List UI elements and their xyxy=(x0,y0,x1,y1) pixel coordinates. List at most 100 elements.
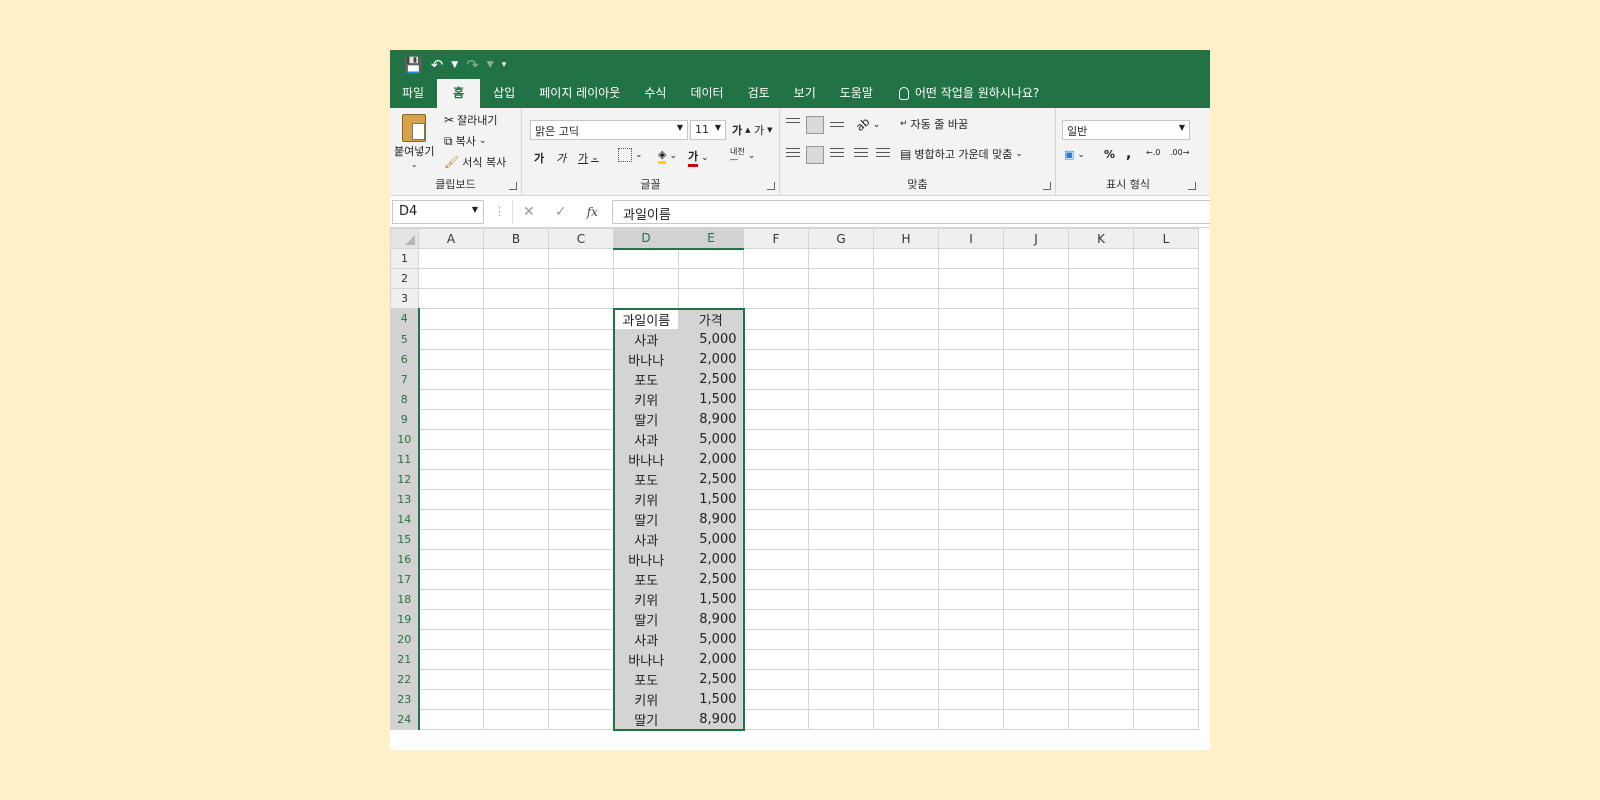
cell[interactable] xyxy=(1068,448,1134,470)
cell[interactable]: 사과 xyxy=(612,528,679,550)
cell[interactable] xyxy=(1133,408,1199,430)
cell[interactable] xyxy=(1133,368,1199,390)
cell[interactable] xyxy=(1003,308,1069,330)
cell[interactable] xyxy=(418,308,484,330)
cell[interactable] xyxy=(483,428,549,450)
cell[interactable] xyxy=(1068,428,1134,450)
align-center-icon[interactable] xyxy=(806,146,824,164)
cell[interactable]: 5,000 xyxy=(678,528,745,550)
cell[interactable] xyxy=(808,448,874,470)
cell[interactable]: 1,500 xyxy=(678,488,745,510)
cell[interactable] xyxy=(873,348,939,370)
font-name-dropdown[interactable]: 맑은 고딕 ▼ xyxy=(530,120,688,140)
cell[interactable] xyxy=(873,468,939,490)
cell[interactable] xyxy=(1003,508,1069,530)
cell[interactable] xyxy=(1133,508,1199,530)
cell[interactable] xyxy=(1003,688,1069,710)
cell[interactable] xyxy=(548,348,614,370)
column-header[interactable]: C xyxy=(548,228,614,249)
cell[interactable] xyxy=(808,628,874,650)
column-header[interactable]: B xyxy=(483,228,549,249)
row-header[interactable]: 11 xyxy=(390,448,420,470)
cell[interactable] xyxy=(938,268,1004,289)
cell[interactable] xyxy=(1133,588,1199,610)
row-header[interactable]: 16 xyxy=(390,548,420,570)
cell[interactable] xyxy=(743,408,809,430)
cell[interactable] xyxy=(483,688,549,710)
cell[interactable] xyxy=(1068,548,1134,570)
cell[interactable] xyxy=(418,568,484,590)
cell[interactable] xyxy=(873,388,939,410)
cell[interactable] xyxy=(613,248,679,269)
cell[interactable] xyxy=(1068,588,1134,610)
merge-center-button[interactable]: ▤ 병합하고 가운데 맞춤 ⌄ xyxy=(900,146,1023,162)
name-box[interactable]: D4 ▼ xyxy=(392,200,484,224)
align-right-icon[interactable] xyxy=(830,148,844,160)
cell[interactable] xyxy=(938,248,1004,269)
tab-data[interactable]: 데이터 xyxy=(678,79,735,108)
cell[interactable]: 키위 xyxy=(612,688,679,710)
row-header[interactable]: 7 xyxy=(390,368,420,390)
cell[interactable] xyxy=(483,288,549,309)
decrease-font-icon[interactable]: 가 ▼ xyxy=(754,122,773,138)
cell[interactable] xyxy=(1003,628,1069,650)
cell[interactable] xyxy=(808,388,874,410)
cell[interactable] xyxy=(938,388,1004,410)
tab-formulas[interactable]: 수식 xyxy=(632,79,678,108)
cell[interactable]: 8,900 xyxy=(678,408,745,430)
top-align-icon[interactable] xyxy=(786,118,800,126)
cell[interactable] xyxy=(873,708,939,730)
cell[interactable] xyxy=(1068,248,1134,269)
cell[interactable] xyxy=(873,548,939,570)
cell[interactable] xyxy=(1068,488,1134,510)
cell[interactable] xyxy=(1003,708,1069,730)
cell[interactable] xyxy=(873,648,939,670)
paste-button[interactable]: 붙여넣기 ⌄ xyxy=(394,114,434,169)
wrap-text-button[interactable]: ↵ 자동 줄 바꿈 xyxy=(900,116,968,132)
cell[interactable] xyxy=(873,568,939,590)
customize-qat-icon[interactable]: ▾ xyxy=(502,57,507,73)
cell[interactable] xyxy=(1003,648,1069,670)
cell[interactable] xyxy=(1068,348,1134,370)
cell[interactable] xyxy=(1068,308,1134,330)
cell[interactable] xyxy=(418,508,484,530)
cell[interactable] xyxy=(418,628,484,650)
row-header[interactable]: 2 xyxy=(390,268,419,289)
cell[interactable]: 바나나 xyxy=(612,548,679,570)
cell[interactable] xyxy=(418,388,484,410)
save-icon[interactable]: 💾 xyxy=(404,57,423,73)
cell[interactable]: 바나나 xyxy=(612,648,679,670)
cell[interactable]: 과일이름 xyxy=(612,307,679,330)
comma-style-button[interactable]: , xyxy=(1126,146,1131,162)
cell[interactable] xyxy=(1133,448,1199,470)
cell[interactable] xyxy=(1133,608,1199,630)
row-header[interactable]: 9 xyxy=(390,408,420,430)
font-size-dropdown[interactable]: 11 ▼ xyxy=(690,120,726,140)
column-header[interactable]: G xyxy=(808,228,874,249)
cell[interactable]: 포도 xyxy=(612,568,679,590)
cell[interactable] xyxy=(938,288,1004,309)
cell[interactable] xyxy=(873,608,939,630)
cell[interactable] xyxy=(1068,368,1134,390)
cell[interactable] xyxy=(483,268,549,289)
cell[interactable]: 포도 xyxy=(612,468,679,490)
column-header[interactable]: D xyxy=(613,228,679,250)
cell[interactable] xyxy=(1133,628,1199,650)
cell[interactable] xyxy=(938,428,1004,450)
tab-home[interactable]: 홈 xyxy=(437,79,481,108)
cell[interactable] xyxy=(1133,308,1199,330)
cell[interactable] xyxy=(808,648,874,670)
cell[interactable]: 5,000 xyxy=(678,328,745,350)
cell[interactable] xyxy=(1003,368,1069,390)
row-header[interactable]: 8 xyxy=(390,388,420,410)
cell[interactable] xyxy=(873,268,939,289)
tab-help[interactable]: 도움말 xyxy=(828,79,885,108)
cell[interactable] xyxy=(1133,468,1199,490)
cell[interactable] xyxy=(743,608,809,630)
cell[interactable] xyxy=(873,448,939,470)
increase-decimal-icon[interactable]: ←.0 xyxy=(1146,148,1160,157)
cell[interactable] xyxy=(938,708,1004,730)
middle-align-icon[interactable] xyxy=(806,116,824,134)
cell[interactable] xyxy=(808,428,874,450)
column-header[interactable]: F xyxy=(743,228,809,249)
